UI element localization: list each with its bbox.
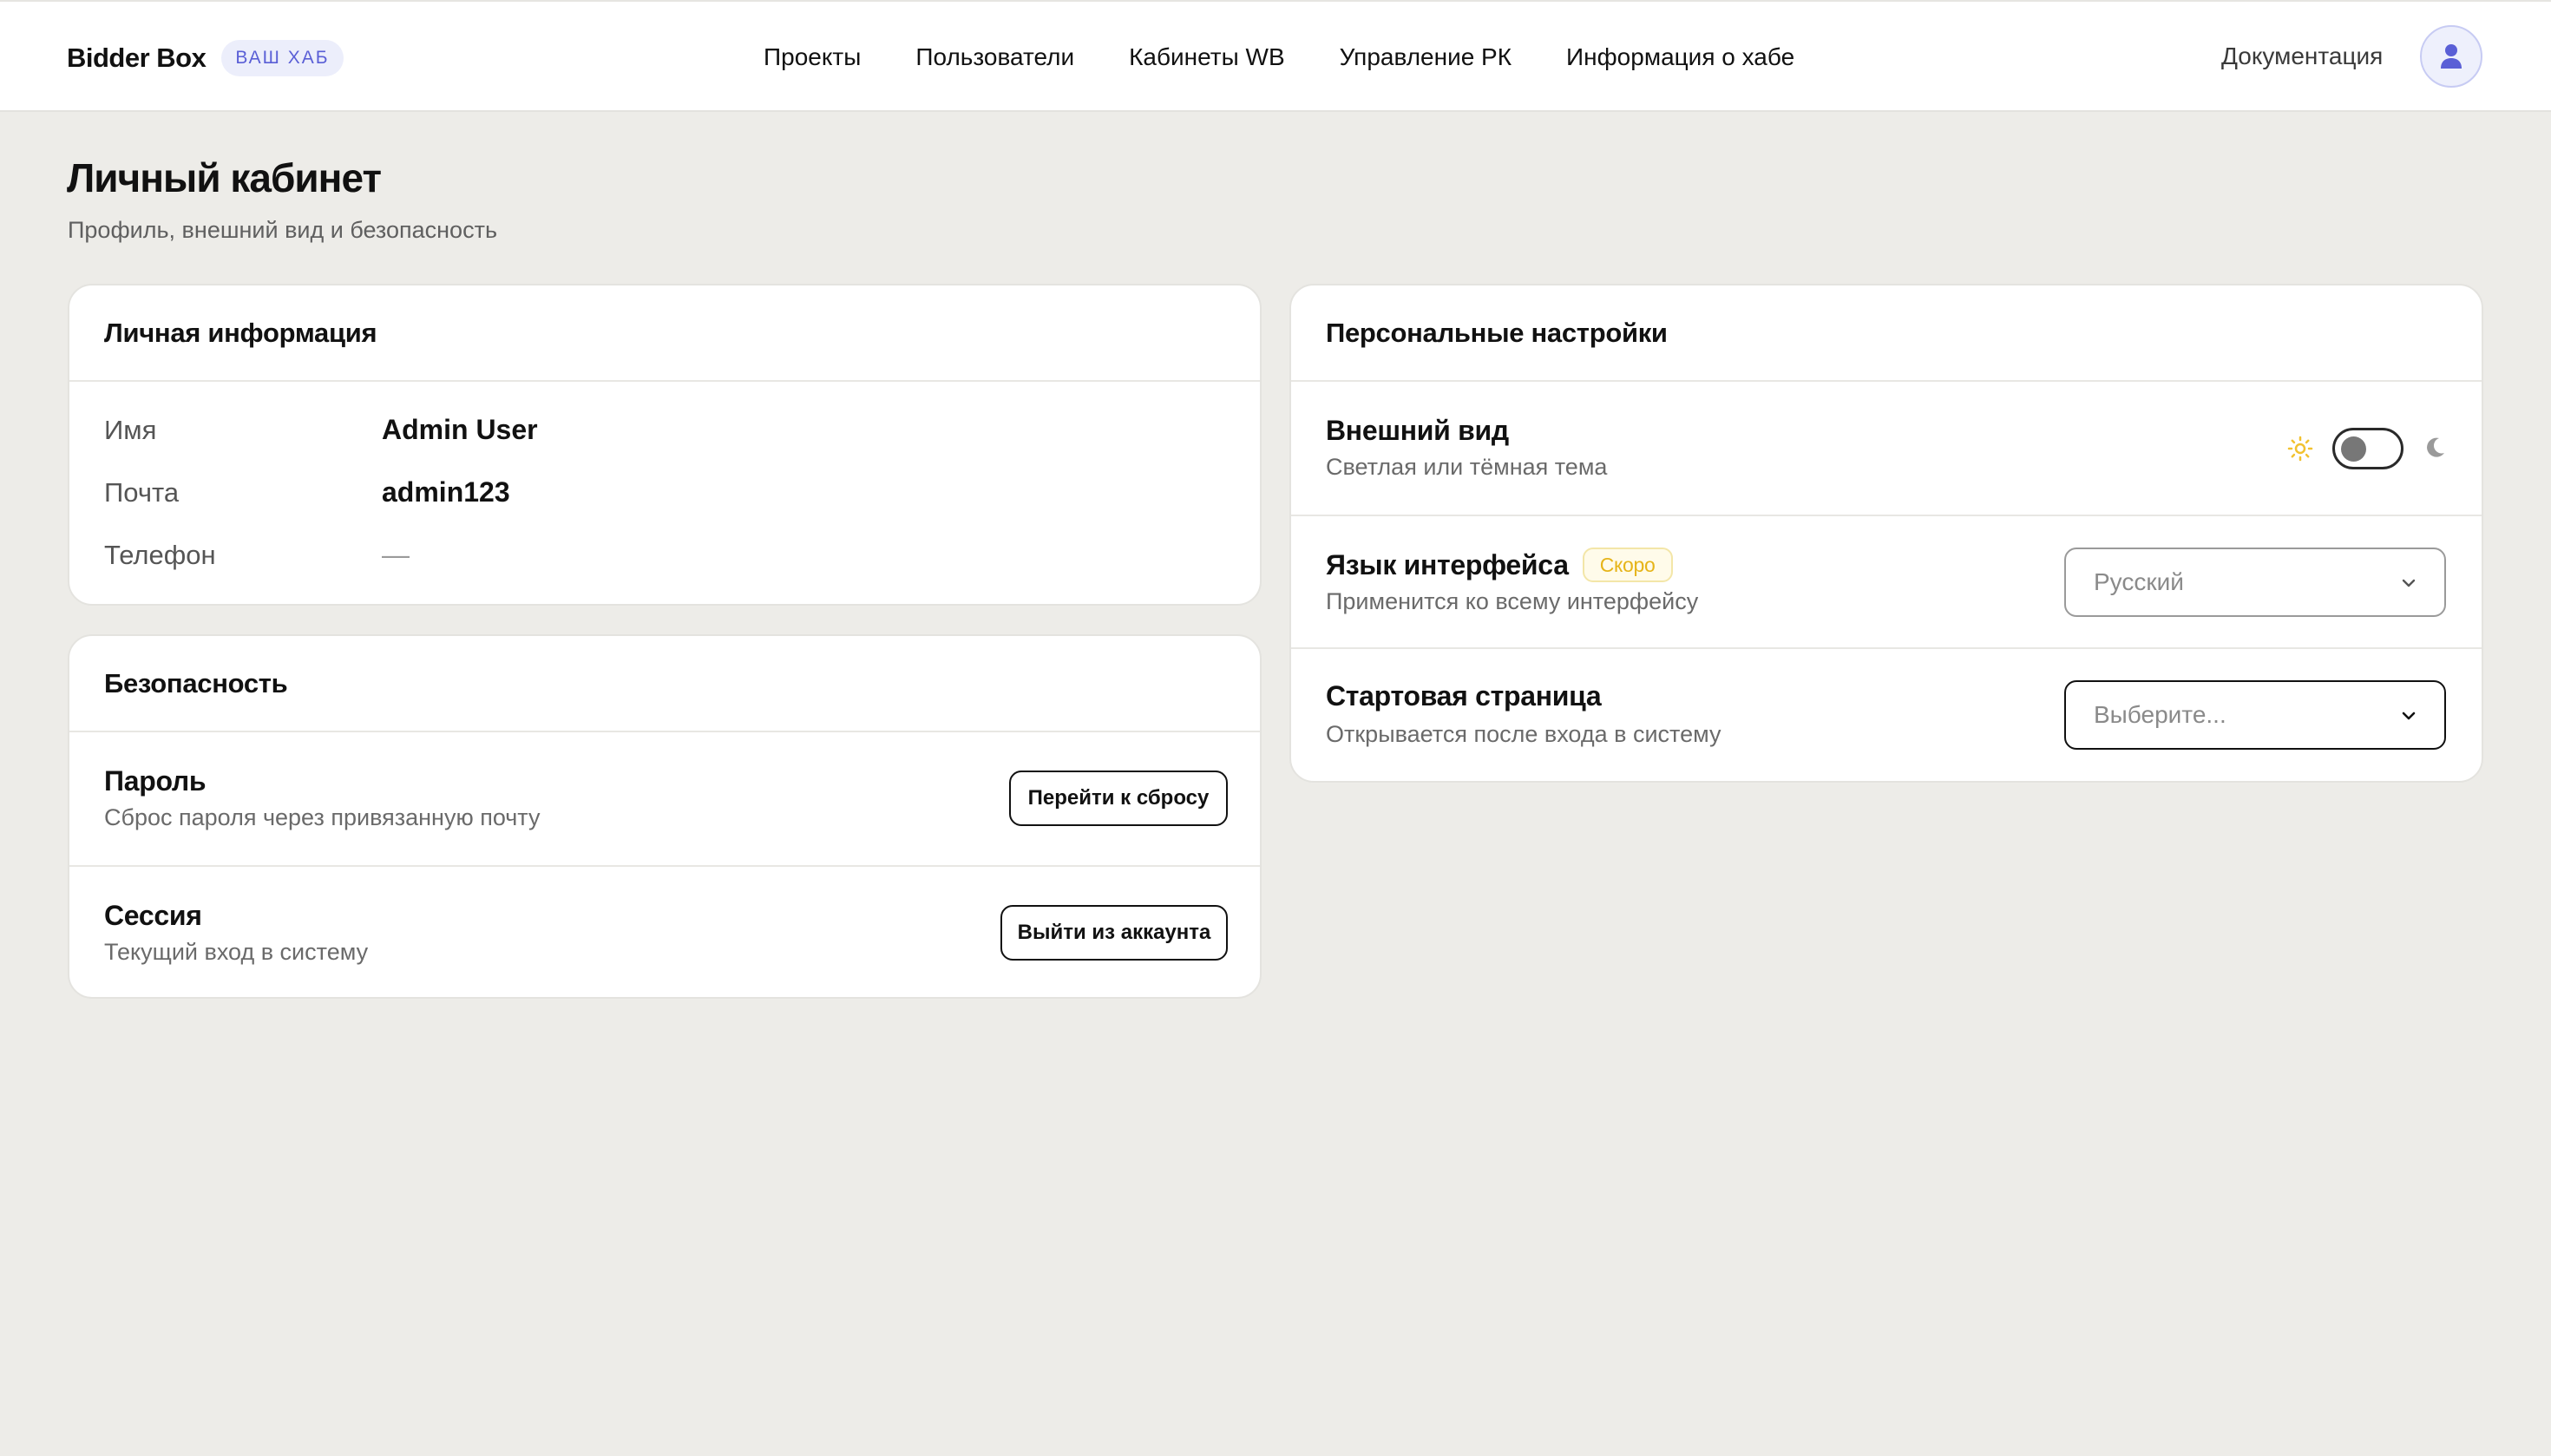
nav-item-ad-management[interactable]: Управление РК — [1340, 43, 1512, 71]
toggle-knob — [2341, 436, 2366, 462]
info-row-email: Почта admin123 — [104, 476, 510, 508]
security-title: Безопасность — [69, 636, 1260, 732]
personal-settings-card: Персональные настройки Внешний вид Светл… — [1289, 284, 2483, 783]
appearance-row: Внешний вид Светлая или тёмная тема — [1291, 382, 2482, 515]
brand[interactable]: Bidder Box ВАШ ХАБ — [67, 40, 344, 76]
session-row: Сессия Текущий вход в систему Выйти из а… — [69, 865, 1260, 997]
documentation-link[interactable]: Документация — [2221, 43, 2383, 70]
nav-item-wb-cabinets[interactable]: Кабинеты WB — [1129, 43, 1285, 71]
info-value: admin123 — [382, 476, 510, 508]
info-label: Почта — [104, 476, 180, 508]
session-desc: Текущий вход в систему — [104, 939, 369, 965]
start-page-row: Стартовая страница Открывается после вхо… — [1291, 647, 2482, 781]
user-icon — [2441, 44, 2462, 69]
theme-toggle[interactable] — [2332, 428, 2403, 469]
language-select-value: Русский — [2094, 568, 2184, 595]
security-card: Безопасность Пароль Сброс пароля через п… — [68, 634, 1262, 999]
password-title: Пароль — [104, 765, 207, 797]
language-title: Язык интерфейса — [1326, 548, 1569, 580]
start-page-desc: Открывается после входа в систему — [1326, 721, 1721, 747]
chevron-down-icon — [2402, 712, 2416, 720]
avatar[interactable] — [2420, 25, 2482, 88]
personal-info-title: Личная информация — [69, 285, 1260, 382]
language-row: Язык интерфейса Скоро Применится ко всем… — [1291, 515, 2482, 647]
page-title: Личный кабинет — [67, 155, 382, 200]
chevron-down-icon — [2402, 579, 2416, 587]
language-desc: Применится ко всему интерфейсу — [1326, 588, 1699, 614]
personal-settings-title: Персональные настройки — [1291, 285, 2482, 382]
hub-badge: ВАШ ХАБ — [221, 40, 344, 76]
language-title-wrap: Язык интерфейса Скоро — [1326, 548, 1673, 582]
logout-button[interactable]: Выйти из аккаунта — [1000, 905, 1228, 961]
language-select[interactable]: Русский — [2064, 548, 2446, 617]
nav-item-projects[interactable]: Проекты — [764, 43, 861, 71]
reset-password-button[interactable]: Перейти к сбросу — [1009, 771, 1228, 826]
password-row: Пароль Сброс пароля через привязанную по… — [69, 732, 1260, 865]
info-row-name: Имя Admin User — [104, 414, 538, 446]
appearance-desc: Светлая или тёмная тема — [1326, 454, 1608, 480]
info-label: Имя — [104, 414, 157, 445]
sun-icon — [2287, 436, 2313, 462]
start-page-select[interactable]: Выберите... — [2064, 680, 2446, 750]
page-subtitle: Профиль, внешний вид и безопасность — [68, 217, 498, 243]
info-row-phone: Телефон — — [104, 539, 410, 571]
nav-item-users[interactable]: Пользователи — [915, 43, 1074, 71]
info-label: Телефон — [104, 539, 216, 570]
info-value: — — [382, 539, 410, 570]
info-value: Admin User — [382, 414, 538, 445]
start-page-placeholder: Выберите... — [2094, 701, 2226, 728]
moon-icon — [2427, 437, 2444, 457]
password-desc: Сброс пароля через привязанную почту — [104, 804, 541, 830]
top-navigation-bar: Bidder Box ВАШ ХАБ Проекты Пользователи … — [0, 0, 2551, 112]
session-title: Сессия — [104, 900, 202, 931]
brand-name: Bidder Box — [67, 43, 207, 73]
main-nav: Проекты Пользователи Кабинеты WB Управле… — [764, 43, 1794, 71]
soon-badge: Скоро — [1582, 548, 1673, 582]
start-page-title: Стартовая страница — [1326, 680, 1602, 712]
nav-item-hub-info[interactable]: Информация о хабе — [1566, 43, 1794, 71]
personal-info-card: Личная информация Имя Admin User Почта a… — [68, 284, 1262, 606]
appearance-title: Внешний вид — [1326, 415, 1509, 446]
